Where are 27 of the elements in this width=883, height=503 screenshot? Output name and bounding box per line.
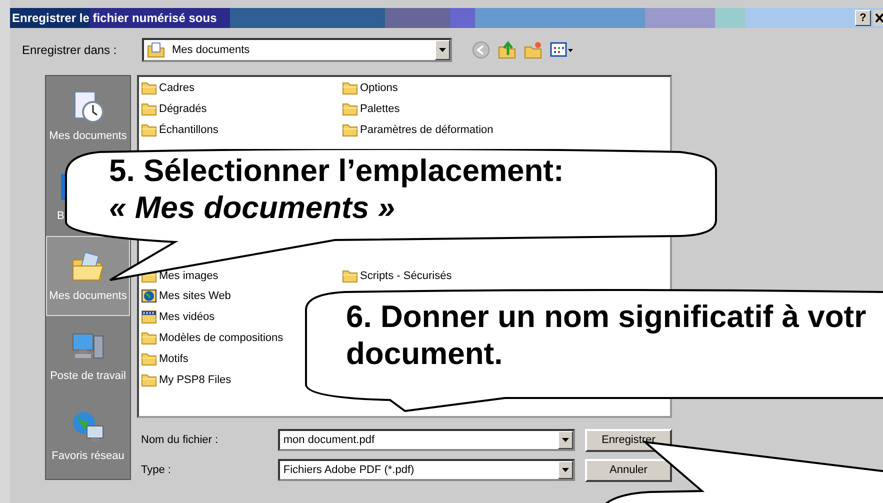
file-item[interactable]: Motifs [159,352,188,365]
file-item[interactable]: Scripts - Sécurisés [360,270,452,282]
file-type-label: Type : [140,464,172,476]
file-item[interactable]: Cadres [159,82,194,94]
file-item[interactable]: Mes sites Web [159,290,231,302]
window-title: Enregistrer le fichier numérisé sous [11,11,218,25]
file-item[interactable]: Échantillons [159,124,218,136]
file-item[interactable]: Mes vidéos [159,311,215,324]
place-item[interactable]: Poste de travail [46,316,130,396]
save-in-dropdown[interactable]: Mes documents [142,38,452,62]
file-type-dropdown[interactable]: Fichiers Adobe PDF (*.pdf) [278,459,575,481]
file-item[interactable]: Mes images [159,270,218,282]
file-name-field[interactable]: mon document.pdf [278,429,575,451]
save-button[interactable]: Enregistrer [584,428,672,452]
file-item[interactable]: Modèles de compositions [159,332,284,344]
cancel-button[interactable]: Annuler [584,458,672,482]
file-item[interactable]: Paramètres de déformation [360,124,494,136]
callout-tooltip: 6. Donner un nom significatif à votr document. [305,289,883,412]
place-item[interactable]: Favoris réseau [46,396,130,476]
file-item[interactable]: Dégradés [159,103,207,116]
file-item[interactable]: My PSP8 Files [159,374,232,386]
help-button[interactable]: ? [855,10,871,26]
file-item[interactable]: Palettes [360,103,400,116]
save-in-label: Enregistrer dans : [22,43,118,57]
file-item[interactable]: Options [360,82,398,94]
file-name-label: Nom du fichier : [140,434,220,446]
place-item[interactable]: Mes documents [46,76,130,156]
